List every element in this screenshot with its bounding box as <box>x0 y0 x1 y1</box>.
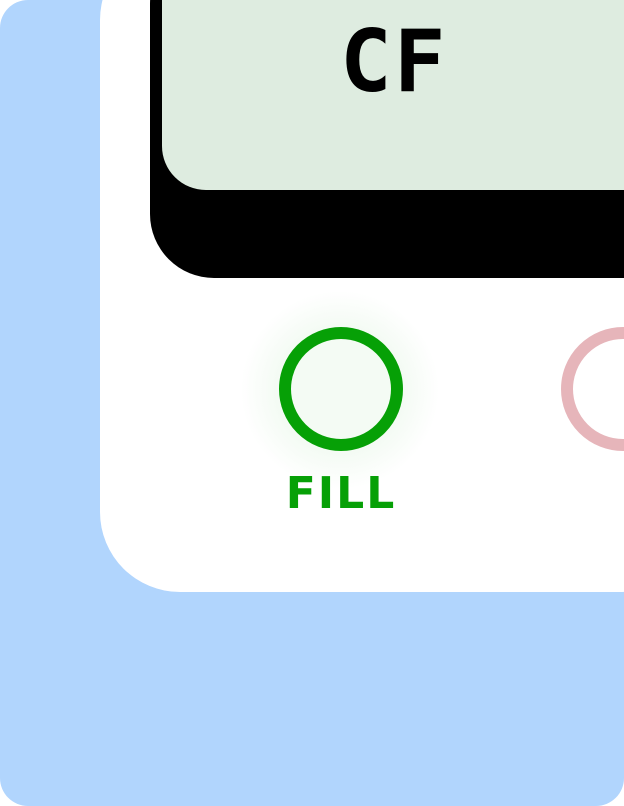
fill-button[interactable] <box>279 327 403 451</box>
fill-button-label[interactable]: FILL <box>241 468 441 520</box>
display-text: CF <box>340 12 448 112</box>
app-stage: CF FILL <box>0 0 624 806</box>
